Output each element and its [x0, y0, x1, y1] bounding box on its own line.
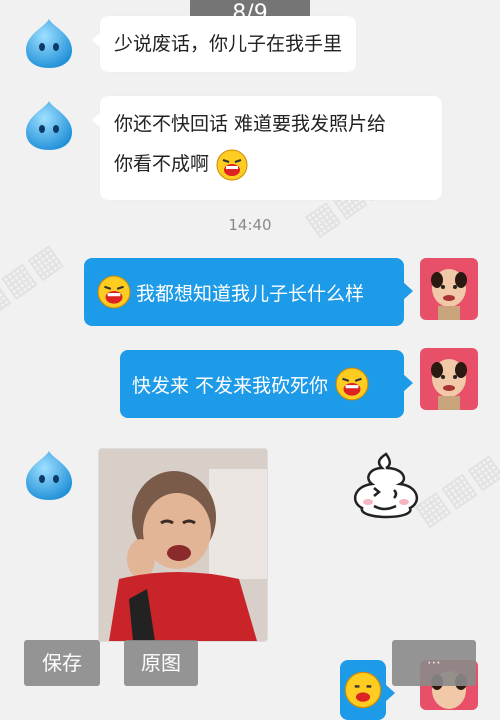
- save-button[interactable]: 保存: [24, 640, 100, 686]
- user-avatar-photo[interactable]: [420, 258, 478, 320]
- blue-drop-avatar-icon[interactable]: [22, 98, 76, 152]
- message-bubble-incoming[interactable]: 你还不快回话 难道要我发照片给 你看不成啊: [92, 96, 442, 200]
- message-bubble-outgoing[interactable]: 我都想知道我儿子长什么样: [84, 258, 413, 326]
- crying-emoji-icon: [97, 275, 131, 309]
- timestamp: 14:40: [228, 216, 272, 234]
- message-text-line1: 你还不快回话 难道要我发照片给: [114, 113, 387, 135]
- original-image-button[interactable]: 原图: [124, 640, 198, 686]
- more-button[interactable]: ⋯: [392, 640, 476, 686]
- crying-emoji-icon: [216, 149, 248, 180]
- message-text-line2-row: 你看不成啊: [114, 144, 428, 184]
- message-text: 少说废话，你儿子在我手里: [114, 33, 343, 55]
- message-bubble-incoming[interactable]: 少说废话，你儿子在我手里: [91, 16, 357, 72]
- user-avatar-photo-image: [431, 359, 467, 410]
- message-text: 快发来 不发来我砍死你: [132, 374, 329, 397]
- user-avatar-photo[interactable]: [420, 348, 478, 410]
- more-icon: ⋯: [427, 655, 441, 671]
- crying-emoji-icon: [344, 671, 382, 709]
- blue-drop-avatar-icon[interactable]: [22, 448, 76, 502]
- user-avatar-photo-image: [431, 269, 467, 320]
- message-text: 我都想知道我儿子长什么样: [136, 282, 365, 305]
- message-bubble-outgoing[interactable]: [340, 660, 395, 720]
- crying-emoji-icon: [335, 367, 369, 401]
- watermark: ▦▦▦: [0, 235, 70, 325]
- poop-sticker-icon: [353, 452, 419, 519]
- message-bubble-outgoing[interactable]: 快发来 不发来我砍死你: [120, 350, 413, 418]
- crying-child-photo[interactable]: [98, 448, 268, 642]
- blue-drop-avatar-icon[interactable]: [22, 16, 76, 70]
- message-text-line2: 你看不成啊: [114, 153, 210, 175]
- crying-child-photo-image: [99, 449, 267, 641]
